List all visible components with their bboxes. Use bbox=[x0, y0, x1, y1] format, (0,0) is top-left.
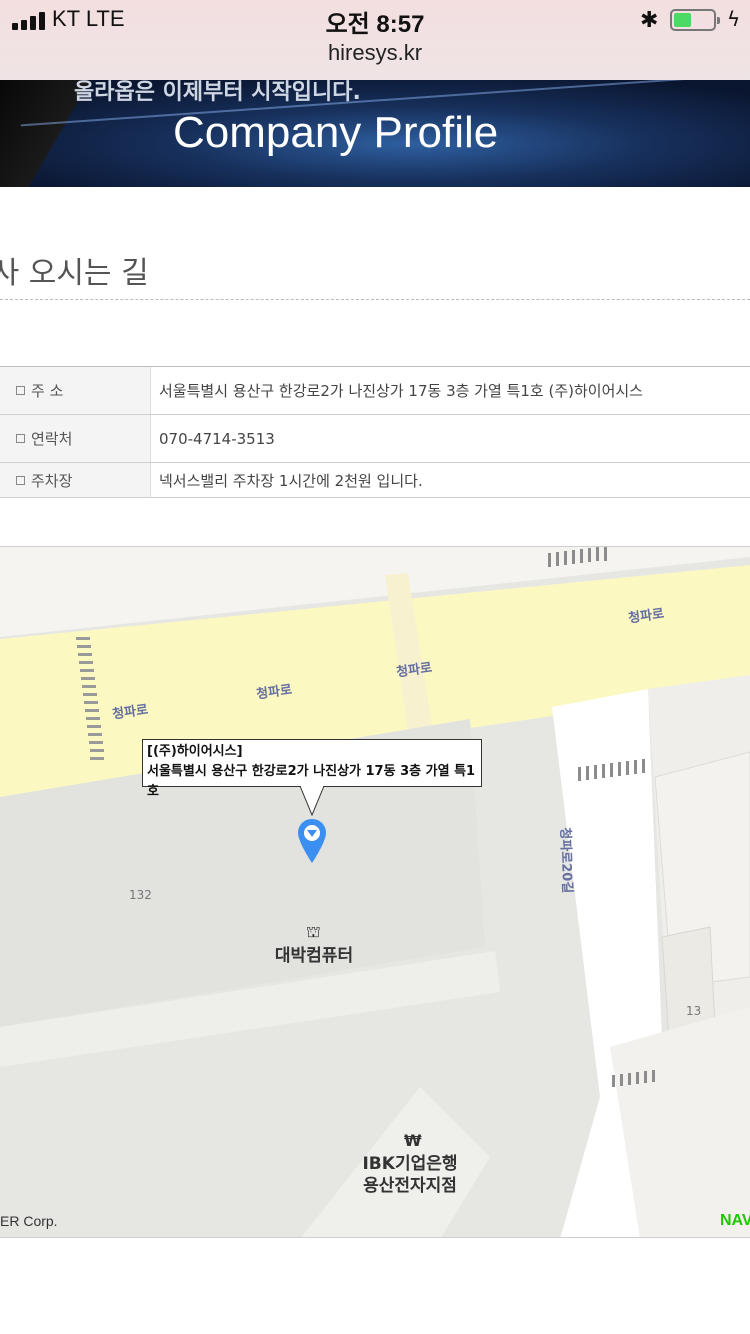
address-bar-url[interactable]: hiresys.kr bbox=[0, 40, 750, 66]
status-bar: KT LTE 오전 8:57 hiresys.kr ✱ ϟ bbox=[0, 0, 750, 80]
shopping-basket-icon: ⛫ bbox=[306, 922, 321, 941]
clock: 오전 8:57 bbox=[325, 11, 425, 38]
building-number: 13 bbox=[686, 1004, 702, 1018]
bluetooth-icon: ✱ bbox=[640, 8, 659, 33]
poi-label[interactable]: IBK기업은행 용산전자지점 bbox=[340, 1153, 480, 1197]
address-value: 서울특별시 용산구 한강로2가 나진상가 17동 3층 가열 특1호 (주)하이… bbox=[159, 382, 643, 400]
callout-tail bbox=[300, 786, 324, 816]
bullet-icon bbox=[16, 386, 25, 395]
parking-value: 넥서스밸리 주차장 1시간에 2천원 입니다. bbox=[159, 471, 423, 490]
page-title: 회사 오시는 길 bbox=[0, 256, 149, 291]
address-label: 주 소 bbox=[31, 382, 64, 400]
table-row-parking: 주차장 넥서스밸리 주차장 1시간에 2천원 입니다. bbox=[0, 463, 750, 498]
naver-logo[interactable]: NAV bbox=[720, 1212, 750, 1230]
banner-title: Company Profile bbox=[173, 108, 499, 157]
banner-subtitle: 올라옵은 이제부터 시작입니다. bbox=[74, 80, 361, 105]
divider bbox=[0, 299, 750, 300]
poi-bank-name: IBK기업은행 용산전자지점 bbox=[362, 1154, 458, 1196]
battery-icon bbox=[670, 9, 720, 31]
bullet-icon bbox=[16, 434, 25, 443]
map-pin-icon[interactable] bbox=[297, 818, 327, 864]
road-label: 청파로20길 bbox=[557, 827, 575, 894]
map-base bbox=[0, 547, 750, 1237]
won-icon: ₩ bbox=[404, 1131, 422, 1150]
callout-company: [(주)하이어시스] bbox=[147, 744, 243, 759]
bullet-icon bbox=[16, 475, 25, 485]
building-number: 132 bbox=[129, 888, 152, 902]
contact-info-table: 주 소 서울특별시 용산구 한강로2가 나진상가 17동 3층 가열 특1호 (… bbox=[0, 366, 750, 498]
parking-label: 주차장 bbox=[31, 471, 73, 490]
table-row-phone: 연락처 070-4714-3513 bbox=[0, 415, 750, 463]
table-row-address: 주 소 서울특별시 용산구 한강로2가 나진상가 17동 3층 가열 특1호 (… bbox=[0, 367, 750, 415]
phone-value[interactable]: 070-4714-3513 bbox=[151, 415, 750, 462]
poi-label[interactable]: 대박컴퓨터 bbox=[262, 941, 366, 966]
location-map[interactable]: 청파로 청파로 청파로 청파로 청파로20길 ⛫ 대박컴퓨터 ₩ IBK기업은행… bbox=[0, 546, 750, 1238]
location-callout[interactable]: [(주)하이어시스] 서울특별시 용산구 한강로2가 나진상가 17동 3층 가… bbox=[142, 739, 482, 799]
company-profile-banner: 올라옵은 이제부터 시작입니다. Company Profile bbox=[0, 80, 750, 187]
map-copyright: ER Corp. bbox=[0, 1213, 58, 1229]
charging-bolt-icon: ϟ bbox=[727, 7, 741, 31]
phone-label: 연락처 bbox=[31, 430, 73, 448]
